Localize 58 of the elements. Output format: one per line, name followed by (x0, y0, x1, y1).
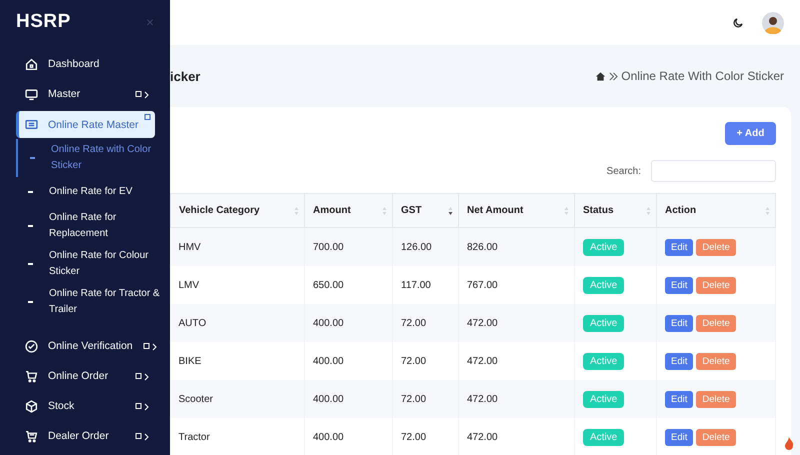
home-icon[interactable] (595, 70, 606, 82)
sidebar-item[interactable]: Dealer Order (16, 421, 155, 451)
edit-button[interactable]: Edit (665, 352, 694, 370)
edit-button[interactable]: Edit (665, 314, 694, 332)
submenu-item[interactable]: Online Rate for Colour Sticker (16, 245, 170, 283)
column-header[interactable]: Net Amount (458, 194, 574, 228)
sidebar-item[interactable]: Dashboard (16, 49, 155, 79)
edit-button[interactable]: Edit (665, 428, 694, 446)
submenu-item[interactable]: Online Rate for Tractor & Trailer (16, 283, 170, 321)
column-header[interactable]: Status (574, 194, 656, 228)
submenu-arrow-icon (135, 432, 149, 440)
check-circle-icon (25, 340, 38, 352)
submenu-item[interactable]: Online Rate for EV (16, 177, 170, 207)
chevron-icon (609, 72, 618, 80)
sidebar-item[interactable]: Online Verification (16, 331, 155, 361)
flame-icon[interactable] (784, 436, 794, 450)
home-icon (25, 58, 38, 70)
search-field[interactable] (651, 160, 776, 182)
table-cell: 472.00 (458, 418, 574, 455)
add-button[interactable]: + Add (725, 122, 776, 145)
submenu-arrow-icon (135, 402, 149, 410)
breadcrumb-item: Online Rate With Color Sticker (621, 69, 784, 83)
edit-button[interactable]: Edit (665, 390, 694, 408)
status-badge: Active (583, 390, 624, 408)
status-badge: Active (583, 276, 624, 294)
edit-button[interactable]: Edit (665, 238, 694, 256)
column-header[interactable]: Amount (304, 194, 392, 228)
edit-button[interactable]: Edit (665, 276, 694, 294)
sidebar-item[interactable]: Online Rate Master (16, 111, 155, 138)
expand-icon (144, 113, 152, 122)
sort-icon[interactable] (448, 206, 453, 216)
box-icon (25, 400, 38, 412)
brand-logo: HSRP (16, 11, 71, 33)
table-cell: 400.00 (304, 418, 392, 455)
submenu-arrow-icon (142, 342, 157, 350)
card-icon (25, 118, 38, 131)
sidebar-item[interactable]: Master (16, 79, 155, 109)
monitor-icon (25, 88, 38, 100)
avatar[interactable] (762, 12, 784, 34)
cart-icon (25, 370, 38, 382)
sidebar-item[interactable]: Stock (16, 391, 155, 421)
submenu-item[interactable]: Online Rate for Replacement (16, 207, 170, 245)
status-badge: Active (583, 238, 624, 256)
sidebar-item[interactable]: Online Order (16, 361, 155, 391)
table-cell: Tractor (170, 418, 304, 455)
column-header[interactable]: Vehicle Category (170, 194, 304, 228)
cart-icon (25, 430, 38, 442)
status-badge: Active (583, 428, 624, 446)
column-header[interactable]: GST (392, 194, 458, 228)
column-header[interactable]: Action (656, 194, 776, 228)
submenu-arrow-icon (135, 372, 149, 380)
table-cell: 72.00 (392, 418, 458, 455)
status-badge: Active (583, 314, 624, 332)
submenu-arrow-icon (135, 90, 149, 98)
search-label: Search: (606, 166, 641, 176)
page-title: icker (170, 68, 200, 84)
moon-icon[interactable] (732, 16, 744, 28)
status-badge: Active (583, 352, 624, 370)
